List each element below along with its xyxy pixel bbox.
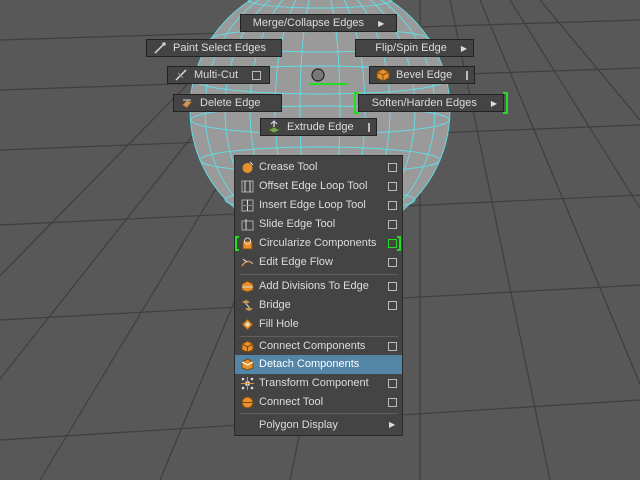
- bevel-edge-item[interactable]: Bevel Edge: [369, 66, 475, 84]
- paint-select-edges-label: Paint Select Edges: [173, 42, 266, 54]
- submenu-arrow-icon: ▶: [490, 98, 497, 108]
- option-box-icon[interactable]: [252, 70, 262, 80]
- edit-edge-flow-icon: [241, 258, 254, 267]
- delete-edge-icon: [181, 99, 193, 109]
- merge-collapse-edges-label: Merge/Collapse Edges: [252, 17, 365, 29]
- option-box-icon[interactable]: [388, 220, 397, 229]
- paint-select-icon: [154, 42, 166, 54]
- add-divisions-icon: [241, 280, 254, 293]
- multi-cut-item[interactable]: Multi-Cut: [167, 66, 270, 84]
- edge-tools-menu: Crease Tool Offset Edge Loop Tool Insert…: [234, 155, 403, 436]
- option-box-icon[interactable]: [388, 301, 397, 310]
- menu-item-label: Crease Tool: [259, 161, 318, 173]
- menu-item-connect-tool[interactable]: Connect Tool: [235, 393, 402, 412]
- menu-item-label: Transform Component: [259, 377, 369, 389]
- option-box-icon[interactable]: [388, 379, 397, 388]
- menu-separator: [239, 413, 398, 414]
- extrude-edge-icon: [267, 120, 281, 134]
- menu-item-slide-edge[interactable]: Slide Edge Tool: [235, 215, 402, 234]
- menu-item-label: Fill Hole: [259, 318, 299, 330]
- option-box-icon[interactable]: [388, 163, 397, 172]
- green-marker-left: [354, 92, 359, 114]
- bevel-edge-icon: [376, 68, 390, 82]
- connect-tool-icon: [241, 396, 254, 409]
- delete-edge-label: Delete Edge: [200, 97, 261, 109]
- submenu-arrow-icon: ▶: [460, 43, 467, 53]
- marking-menu-center: [311, 68, 325, 82]
- multi-cut-label: Multi-Cut: [194, 69, 239, 81]
- green-marker-left: [235, 236, 239, 251]
- menu-item-label: Connect Components: [259, 340, 366, 352]
- option-box-icon[interactable]: [367, 122, 370, 132]
- submenu-arrow-icon: ▶: [378, 18, 385, 28]
- paint-select-edges-item[interactable]: Paint Select Edges: [146, 39, 282, 57]
- menu-item-circularize-components[interactable]: Circularize Components: [235, 234, 402, 253]
- flip-spin-edge-label: Flip/Spin Edge: [375, 42, 447, 54]
- option-box-icon[interactable]: [388, 182, 397, 191]
- menu-item-fill-hole[interactable]: Fill Hole: [235, 315, 402, 334]
- menu-item-add-divisions[interactable]: Add Divisions To Edge: [235, 277, 402, 296]
- menu-item-label: Edit Edge Flow: [259, 256, 333, 268]
- slide-edge-icon: [241, 219, 254, 231]
- connect-components-icon: [241, 340, 254, 353]
- menu-item-insert-edge-loop[interactable]: Insert Edge Loop Tool: [235, 196, 402, 215]
- extrude-edge-item[interactable]: Extrude Edge: [260, 118, 377, 136]
- option-box-icon[interactable]: [388, 201, 397, 210]
- menu-item-edit-edge-flow[interactable]: Edit Edge Flow: [235, 253, 402, 272]
- submenu-arrow-icon: ▶: [389, 420, 396, 429]
- merge-collapse-edges-item[interactable]: Merge/Collapse Edges ▶: [240, 14, 397, 32]
- bevel-edge-label: Bevel Edge: [396, 69, 453, 81]
- menu-item-detach-components[interactable]: Detach Components: [235, 355, 402, 374]
- option-box-icon[interactable]: [388, 282, 397, 291]
- circularize-icon: [242, 237, 253, 250]
- offset-edge-loop-icon: [241, 180, 254, 193]
- option-box-icon[interactable]: [388, 398, 397, 407]
- menu-item-label: Circularize Components: [259, 237, 377, 249]
- multi-cut-icon: [175, 69, 187, 81]
- menu-item-bridge[interactable]: Bridge: [235, 296, 402, 315]
- detach-components-icon: [241, 358, 254, 371]
- menu-item-label: Connect Tool: [259, 396, 324, 408]
- bridge-icon: [242, 300, 253, 311]
- flip-spin-edge-item[interactable]: Flip/Spin Edge ▶: [355, 39, 474, 57]
- menu-item-crease-tool[interactable]: Crease Tool: [235, 158, 402, 177]
- menu-item-label: Offset Edge Loop Tool: [259, 180, 368, 192]
- green-marker-right: [503, 92, 508, 114]
- menu-item-offset-edge-loop[interactable]: Offset Edge Loop Tool: [235, 177, 402, 196]
- transform-component-icon: [241, 377, 254, 390]
- option-box-icon[interactable]: [388, 342, 397, 351]
- fill-hole-icon: [241, 318, 254, 331]
- menu-item-label: Detach Components: [259, 358, 360, 370]
- green-marker-right: [397, 236, 401, 251]
- insert-edge-loop-icon: [241, 199, 254, 212]
- menu-item-label: Slide Edge Tool: [259, 218, 336, 230]
- menu-item-label: Add Divisions To Edge: [259, 280, 369, 292]
- menu-item-connect-components[interactable]: Connect Components: [235, 337, 402, 356]
- crease-icon: [242, 161, 254, 173]
- extrude-edge-label: Extrude Edge: [287, 121, 354, 133]
- soften-harden-edges-label: Soften/Harden Edges: [371, 97, 477, 109]
- menu-item-transform-component[interactable]: Transform Component: [235, 374, 402, 393]
- menu-item-polygon-display[interactable]: Polygon Display ▶: [235, 416, 402, 435]
- soften-harden-edges-item[interactable]: Soften/Harden Edges ▶: [354, 92, 508, 114]
- menu-item-label: Insert Edge Loop Tool: [259, 199, 366, 211]
- delete-edge-item[interactable]: Delete Edge: [173, 94, 282, 112]
- option-box-icon[interactable]: [388, 258, 397, 267]
- menu-separator: [239, 274, 398, 275]
- option-box-icon[interactable]: [388, 239, 397, 248]
- menu-item-label: Polygon Display: [259, 419, 338, 431]
- option-box-icon[interactable]: [466, 70, 469, 80]
- menu-item-label: Bridge: [259, 299, 291, 311]
